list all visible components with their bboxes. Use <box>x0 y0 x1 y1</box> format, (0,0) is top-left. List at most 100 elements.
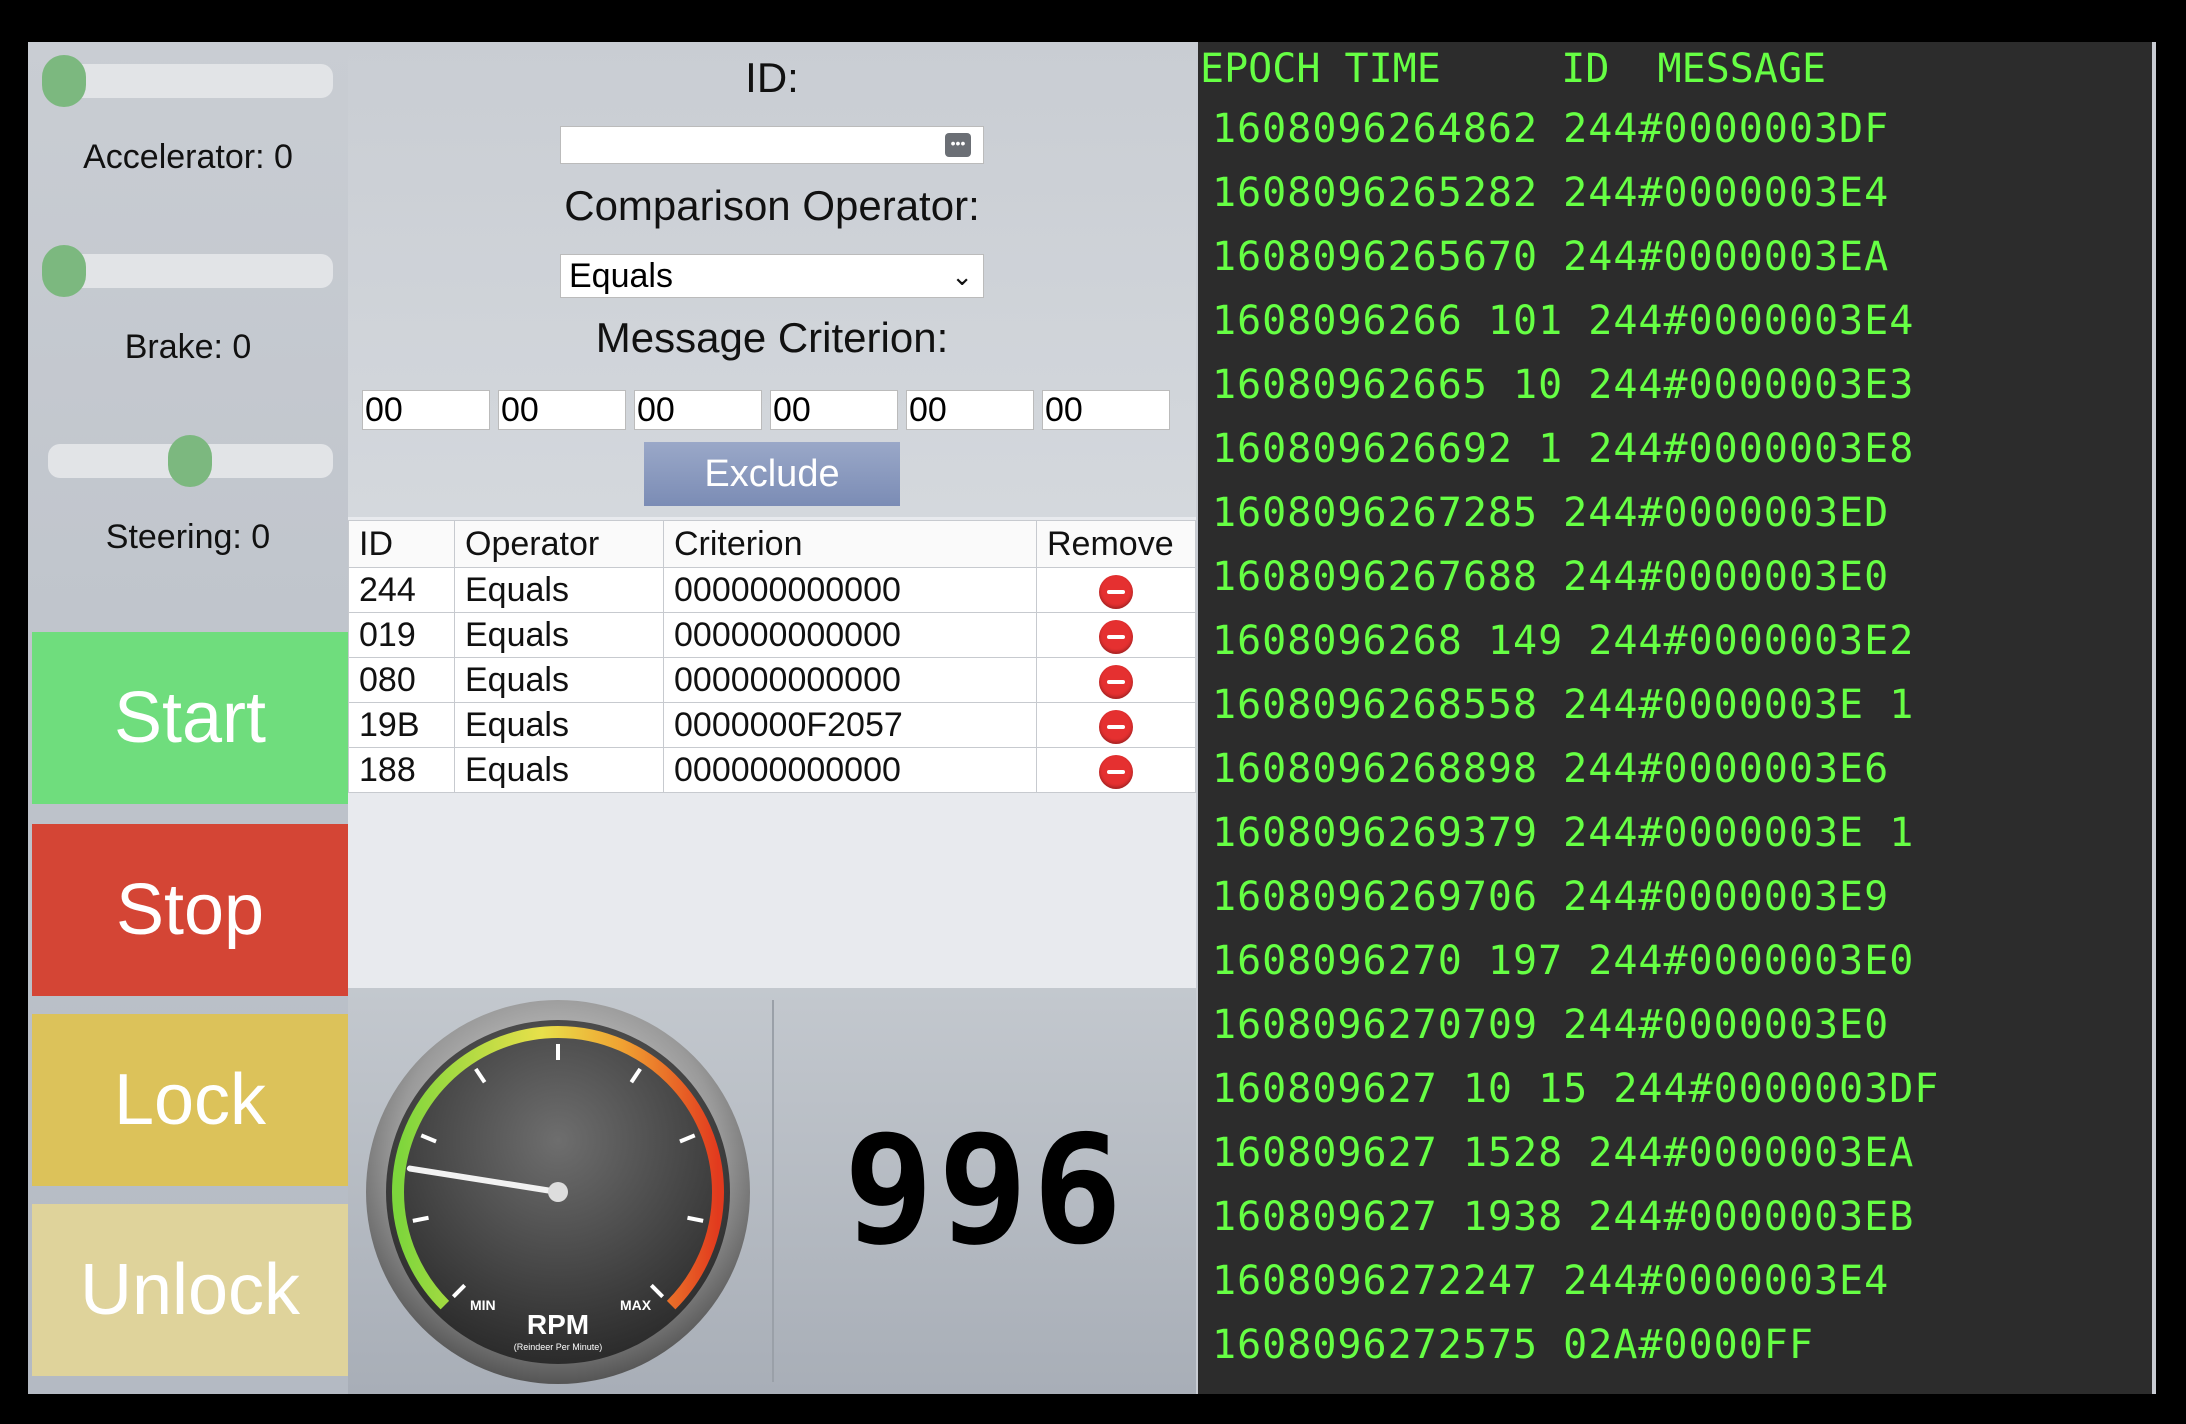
rule-operator: Equals <box>454 702 664 748</box>
column-header-operator: Operator <box>454 520 664 568</box>
table-row: 19B Equals 0000000F2057 <box>348 702 1196 748</box>
exclude-button[interactable]: Exclude <box>644 442 900 506</box>
start-button[interactable]: Start <box>32 632 348 804</box>
log-row: 1608096270709 244#0000003E0 <box>1212 1002 1890 1048</box>
rule-criterion: 000000000000 <box>663 747 1037 793</box>
log-row: 16080962665 10 244#0000003E3 <box>1212 362 1915 408</box>
rpm-gauge: MIN MAX RPM (Reindeer Per Minute) <box>366 1000 750 1384</box>
rule-id: 188 <box>348 747 455 793</box>
log-row: 1608096269379 244#0000003E 1 <box>1212 810 1915 856</box>
brake-slider[interactable] <box>42 245 333 297</box>
log-row: 1608096272247 244#0000003E4 <box>1212 1258 1890 1304</box>
log-row: 1608096264862 244#0000003DF <box>1212 106 1890 152</box>
criterion-byte-3[interactable]: 00 <box>634 390 762 430</box>
brake-slider-thumb[interactable] <box>42 245 86 297</box>
column-header-id: ID <box>348 520 455 568</box>
accelerator-slider-block: Accelerator: 0 <box>28 52 348 202</box>
can-message-log[interactable]: EPOCH TIME ID MESSAGE 1608096264862 244#… <box>1198 42 2152 1394</box>
app-window: Accelerator: 0 Brake: 0 Steering: 0 Star… <box>28 42 2156 1394</box>
remove-icon[interactable] <box>1099 619 1133 654</box>
control-panel: Accelerator: 0 Brake: 0 Steering: 0 Star… <box>28 42 348 1394</box>
log-row: 1608096267285 244#0000003ED <box>1212 490 1890 536</box>
id-input[interactable]: ••• <box>560 126 984 164</box>
chevron-down-icon: ⌄ <box>951 261 973 291</box>
rule-criterion: 000000000000 <box>663 612 1037 658</box>
rule-id: 19B <box>348 702 455 748</box>
log-row: 1608096266 101 244#0000003E4 <box>1212 298 1915 344</box>
criterion-byte-1[interactable]: 00 <box>362 390 490 430</box>
table-row: 019 Equals 000000000000 <box>348 612 1196 658</box>
log-row: 1608096272575 02A#0000FF <box>1212 1322 1814 1368</box>
gauge-title: RPM <box>527 1309 589 1340</box>
steering-slider-thumb[interactable] <box>168 435 212 487</box>
remove-icon[interactable] <box>1099 754 1133 789</box>
gauge-subtitle: (Reindeer Per Minute) <box>514 1342 603 1352</box>
stop-button[interactable]: Stop <box>32 824 348 996</box>
rule-id: 019 <box>348 612 455 658</box>
log-row: 1608096269706 244#0000003E9 <box>1212 874 1890 920</box>
remove-icon[interactable] <box>1099 709 1133 744</box>
rule-remove-cell <box>1036 567 1196 613</box>
steering-slider-block: Steering: 0 <box>28 432 348 582</box>
remove-icon[interactable] <box>1099 574 1133 609</box>
criterion-byte-6[interactable]: 00 <box>1042 390 1170 430</box>
log-row: 1608096268898 244#0000003E6 <box>1212 746 1890 792</box>
column-header-criterion: Criterion <box>663 520 1037 568</box>
operator-select-value: Equals <box>569 257 673 295</box>
steering-slider[interactable] <box>48 435 333 487</box>
unlock-button[interactable]: Unlock <box>32 1204 348 1376</box>
remove-icon[interactable] <box>1099 664 1133 699</box>
gauge-hub <box>548 1182 568 1202</box>
rule-operator: Equals <box>454 567 664 613</box>
gauge-max-label: MAX <box>620 1297 652 1313</box>
log-row: 160809627 10 15 244#0000003DF <box>1212 1066 1940 1112</box>
rpm-panel: MIN MAX RPM (Reindeer Per Minute) 996 <box>348 988 1196 1394</box>
rule-criterion: 0000000F2057 <box>663 702 1037 748</box>
brake-slider-block: Brake: 0 <box>28 242 348 392</box>
rpm-digital-display: 996 <box>843 1104 1127 1278</box>
operator-select[interactable]: Equals ⌄ <box>560 254 984 298</box>
criterion-byte-4[interactable]: 00 <box>770 390 898 430</box>
table-row: 188 Equals 000000000000 <box>348 747 1196 793</box>
lock-button[interactable]: Lock <box>32 1014 348 1186</box>
table-row: 244 Equals 000000000000 <box>348 567 1196 613</box>
log-row: 1608096268558 244#0000003E 1 <box>1212 682 1915 728</box>
rule-remove-cell <box>1036 612 1196 658</box>
rules-table: ID Operator Criterion Remove 244 Equals … <box>348 520 1196 793</box>
log-row: 1608096270 197 244#0000003E0 <box>1212 938 1915 984</box>
log-row: 160809627 1938 244#0000003EB <box>1212 1194 1915 1240</box>
table-row: 080 Equals 000000000000 <box>348 657 1196 703</box>
log-row: 160809626692 1 244#0000003E8 <box>1212 426 1915 472</box>
steering-label: Steering: 0 <box>105 518 271 556</box>
rule-operator: Equals <box>454 657 664 703</box>
log-row: 1608096267688 244#0000003E0 <box>1212 554 1890 600</box>
rule-operator: Equals <box>454 612 664 658</box>
table-header-row: ID Operator Criterion Remove <box>348 520 1196 568</box>
rule-remove-cell <box>1036 702 1196 748</box>
log-row: 1608096265282 244#0000003E4 <box>1212 170 1890 216</box>
operator-label: Comparison Operator: <box>564 182 980 229</box>
rule-remove-cell <box>1036 657 1196 703</box>
gauge-min-label: MIN <box>470 1297 496 1313</box>
column-header-remove: Remove <box>1036 520 1196 568</box>
filter-panel: ID: ••• Comparison Operator: Equals ⌄ Me… <box>348 42 1196 988</box>
log-row: 1608096268 149 244#0000003E2 <box>1212 618 1915 664</box>
accelerator-slider[interactable] <box>42 55 333 107</box>
criterion-byte-5[interactable]: 00 <box>906 390 1034 430</box>
log-row: 1608096265670 244#0000003EA <box>1212 234 1890 280</box>
rule-criterion: 000000000000 <box>663 657 1037 703</box>
filter-form: ID: ••• Comparison Operator: Equals ⌄ Me… <box>348 42 1196 517</box>
rule-operator: Equals <box>454 747 664 793</box>
criterion-byte-2[interactable]: 00 <box>498 390 626 430</box>
criterion-label: Message Criterion: <box>595 314 949 361</box>
log-header: EPOCH TIME ID MESSAGE <box>1200 46 1827 92</box>
rule-criterion: 000000000000 <box>663 567 1037 613</box>
id-label: ID: <box>745 54 799 101</box>
brake-label: Brake: 0 <box>124 328 252 366</box>
accelerator-slider-thumb[interactable] <box>42 55 86 107</box>
autofill-icon[interactable]: ••• <box>945 133 971 157</box>
rule-id: 080 <box>348 657 455 703</box>
log-row: 160809627 1528 244#0000003EA <box>1212 1130 1915 1176</box>
rule-id: 244 <box>348 567 455 613</box>
rule-remove-cell <box>1036 747 1196 793</box>
